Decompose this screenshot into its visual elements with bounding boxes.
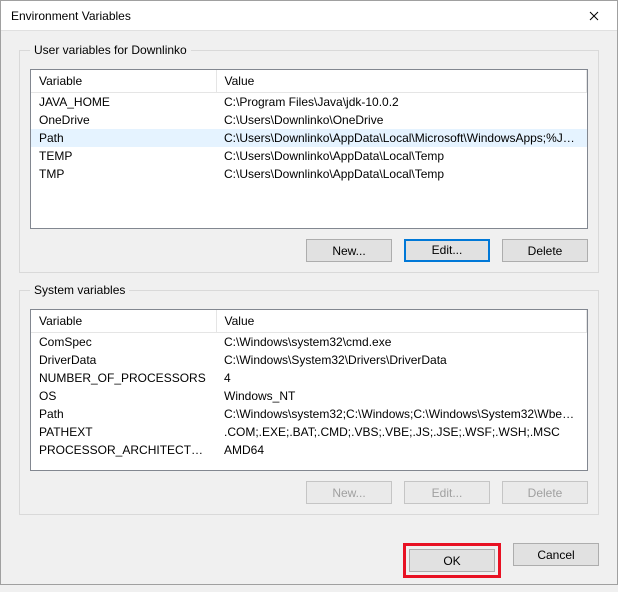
user-col-value[interactable]: Value	[216, 70, 587, 93]
system-variables-table-wrap[interactable]: Variable Value ComSpecC:\Windows\system3…	[30, 309, 588, 471]
system-variables-group: System variables Variable Value ComSpecC…	[19, 283, 599, 515]
sys-delete-button: Delete	[502, 481, 588, 504]
system-variables-legend: System variables	[30, 283, 129, 297]
table-row[interactable]: OSWindows_NT	[31, 387, 587, 405]
ok-button[interactable]: OK	[409, 549, 495, 572]
system-variables-table: Variable Value ComSpecC:\Windows\system3…	[31, 310, 587, 459]
table-row[interactable]: OneDriveC:\Users\Downlinko\OneDrive	[31, 111, 587, 129]
table-row[interactable]: NUMBER_OF_PROCESSORS4	[31, 369, 587, 387]
table-row[interactable]: TMPC:\Users\Downlinko\AppData\Local\Temp	[31, 165, 587, 183]
table-row[interactable]: TEMPC:\Users\Downlinko\AppData\Local\Tem…	[31, 147, 587, 165]
table-row[interactable]: PATHEXT.COM;.EXE;.BAT;.CMD;.VBS;.VBE;.JS…	[31, 423, 587, 441]
title-bar: Environment Variables	[1, 1, 617, 31]
sys-col-variable[interactable]: Variable	[31, 310, 216, 333]
table-row[interactable]: PROCESSOR_ARCHITECTUREAMD64	[31, 441, 587, 459]
user-variables-table-wrap[interactable]: Variable Value JAVA_HOMEC:\Program Files…	[30, 69, 588, 229]
table-row[interactable]: JAVA_HOMEC:\Program Files\Java\jdk-10.0.…	[31, 93, 587, 112]
user-variables-legend: User variables for Downlinko	[30, 43, 191, 57]
user-delete-button[interactable]: Delete	[502, 239, 588, 262]
user-variables-table: Variable Value JAVA_HOMEC:\Program Files…	[31, 70, 587, 183]
close-icon	[589, 11, 599, 21]
close-button[interactable]	[571, 1, 617, 31]
user-variables-group: User variables for Downlinko Variable Va…	[19, 43, 599, 273]
table-row[interactable]: DriverDataC:\Windows\System32\Drivers\Dr…	[31, 351, 587, 369]
user-col-variable[interactable]: Variable	[31, 70, 216, 93]
sys-new-button: New...	[306, 481, 392, 504]
dialog-content: User variables for Downlinko Variable Va…	[1, 31, 617, 539]
dialog-button-row: OK Cancel	[1, 539, 617, 592]
user-edit-button[interactable]: Edit...	[404, 239, 490, 262]
sys-col-value[interactable]: Value	[216, 310, 587, 333]
ok-highlight: OK	[403, 543, 501, 578]
sys-edit-button: Edit...	[404, 481, 490, 504]
table-row[interactable]: PathC:\Users\Downlinko\AppData\Local\Mic…	[31, 129, 587, 147]
window-title: Environment Variables	[11, 9, 131, 23]
table-row[interactable]: ComSpecC:\Windows\system32\cmd.exe	[31, 333, 587, 352]
user-new-button[interactable]: New...	[306, 239, 392, 262]
cancel-button[interactable]: Cancel	[513, 543, 599, 566]
table-row[interactable]: PathC:\Windows\system32;C:\Windows;C:\Wi…	[31, 405, 587, 423]
